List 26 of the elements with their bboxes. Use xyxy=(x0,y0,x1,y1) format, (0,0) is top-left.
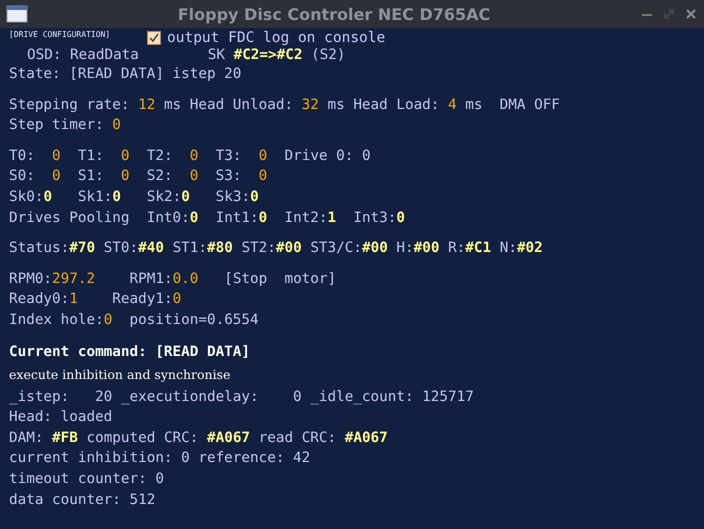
status-line: Status:#70 ST0:#40 ST1:#80 ST2:#00 ST3/C:#00 H:#00 R:#C1 N:#02 xyxy=(9,239,543,258)
window-icon xyxy=(6,5,28,23)
status-line: current inhibition: 0 reference: 42 xyxy=(9,449,310,468)
status-line: Sk0:0 Sk1:0 Sk2:0 Sk3:0 xyxy=(9,188,259,207)
status-line: execute inhibition and synchronise xyxy=(9,366,230,384)
status-line: State: [READ DATA] istep 20 xyxy=(9,65,242,84)
log-checkbox[interactable] xyxy=(147,31,161,45)
status-line: S0: 0 S1: 0 S2: 0 S3: 0 xyxy=(9,167,268,186)
status-line: Index hole:0 position=0.6554 xyxy=(9,310,259,330)
status-line: DAM: #FB computed CRC: #A067 read CRC: #A067 xyxy=(9,428,388,448)
status-line: Current command: [READ DATA] xyxy=(9,342,250,362)
status-line: Stepping rate: 12 ms Head Unload: 32 ms Head Load: 4 ms DMA OFF xyxy=(9,96,560,115)
status-line: Head: loaded xyxy=(9,408,112,428)
status-line: Drives Pooling Int0:0 Int1:0 Int2:1 Int3:0 xyxy=(9,208,405,228)
status-line: _istep: 20 _executiondelay: 0 _idle_count: 125717 xyxy=(9,388,474,407)
window-title: Floppy Disc Controler NEC D765AC xyxy=(176,4,492,24)
status-line: timeout counter: 0 xyxy=(9,470,164,489)
status-line: RPM0:297.2 RPM1:0.0 [Stop motor] xyxy=(9,270,336,289)
close-icon[interactable] xyxy=(684,7,698,21)
status-line: OSD: ReadData SK #C2=>#C2 (S2) xyxy=(26,46,346,64)
status-line: T0: 0 T1: 0 T2: 0 T3: 0 Drive 0: 0 xyxy=(9,146,371,166)
status-line: Ready0:1 Ready1:0 xyxy=(9,290,182,310)
status-line: data counter: 512 xyxy=(9,490,156,510)
status-line: Step timer: 0 xyxy=(9,116,121,136)
section-label: [DRIVE CONFIGURATION] xyxy=(9,30,112,39)
checkbox-label: output FDC log on console xyxy=(167,30,386,46)
